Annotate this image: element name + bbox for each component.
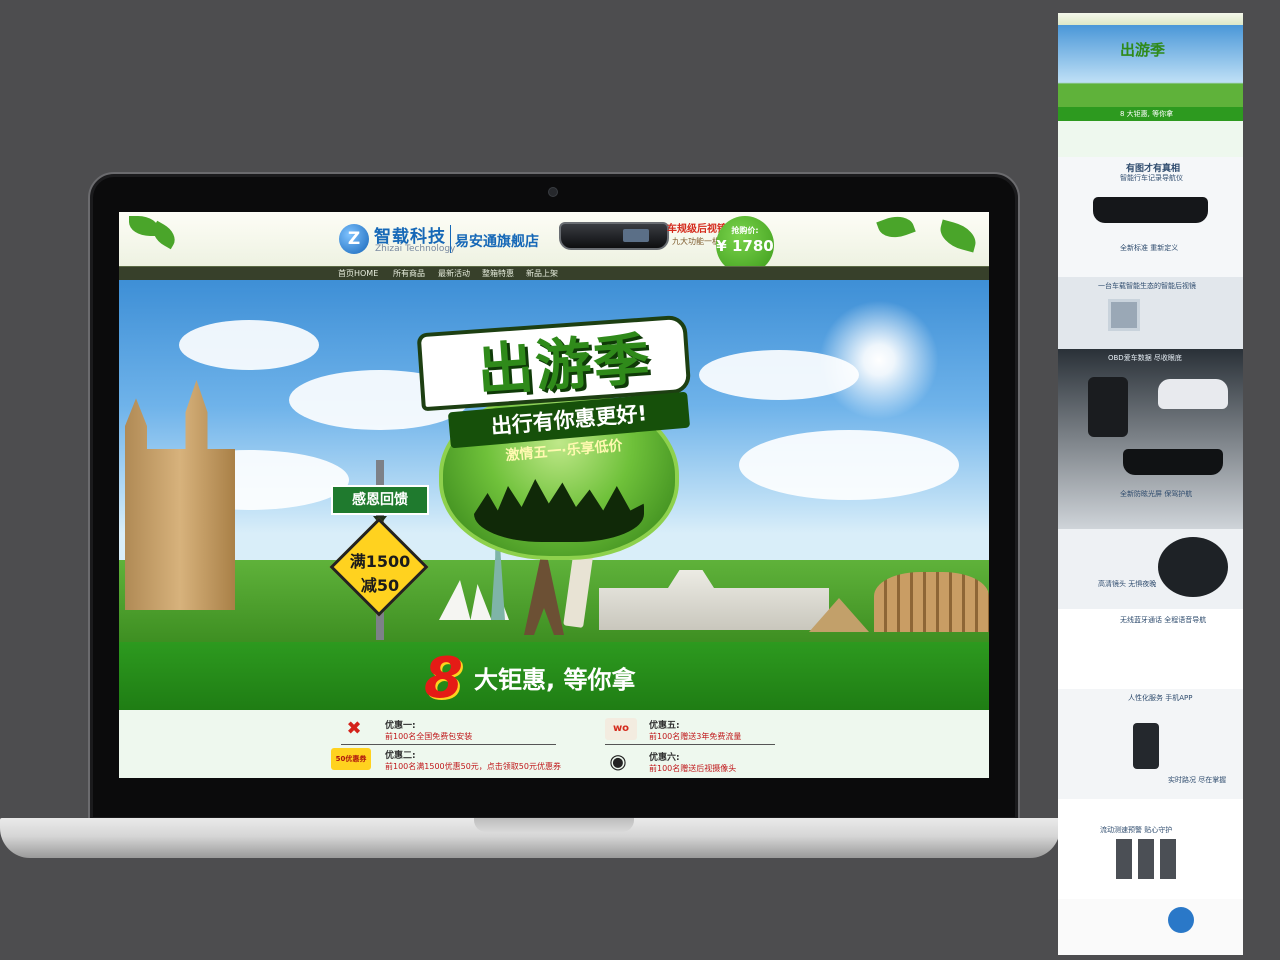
hero-banner[interactable]: 出游季 出行有你惠更好! 激情五一·乐享低价 感恩回馈 满1500 减50 [119, 280, 989, 642]
mirror-screen [623, 229, 649, 242]
preview-banner: 出游季 [1058, 25, 1243, 107]
preview-section-caption: 一台车载智能生态的智能后视镜 [1098, 282, 1196, 290]
cloud [179, 320, 319, 370]
preview-section-caption: OBD爱车数据 尽收眼底 [1108, 354, 1182, 362]
preview-footer [1058, 899, 1243, 955]
wrench-icon: ✖ [346, 718, 362, 739]
sim-card-icon: wo [605, 718, 637, 740]
leaf-decoration [876, 212, 916, 244]
cloud [739, 430, 959, 500]
preview-section-obd: OBD爱车数据 尽收眼底 全新防眩光屏 保驾护航 [1058, 349, 1243, 529]
laptop-opening-notch [474, 818, 634, 832]
preview-section-subtitle: 智能行车记录导航仪 [1120, 174, 1183, 182]
deal-item[interactable]: ◉ 优惠六: 前100名赠送后视摄像头 [605, 748, 775, 778]
deal-description: 前100名赠送后视摄像头 [649, 764, 737, 773]
deal-item[interactable]: ✖ 优惠一: 前100名全国免费包安装 [341, 716, 556, 746]
laptop-screen: Z 智载科技 Zhizai Technology 易安通旗舰店 车规级后视镜导航… [119, 212, 989, 778]
preview-section-caption: 无线蓝牙通话 全程语音导航 [1120, 616, 1207, 624]
gadget-image [1138, 839, 1154, 879]
discount-sign-line2: 减50 [360, 576, 400, 595]
nav-item-bulk-deals[interactable]: 整箱特惠 [482, 267, 514, 281]
deal-title: 优惠一: [385, 721, 416, 731]
offer-headline: 大钜惠, 等你拿 [474, 666, 636, 694]
price-label: 抢购价: [731, 226, 759, 235]
offer-count: 8 [424, 646, 463, 711]
deal-title: 优惠六: [649, 753, 680, 763]
preview-header [1058, 13, 1243, 25]
preview-section-bluetooth: 无线蓝牙通话 全程语音导航 [1058, 609, 1243, 689]
rearview-mirror-product-image[interactable] [559, 222, 669, 250]
preview-section-speed: 流动测速预警 贴心守护 [1058, 799, 1243, 899]
deal-description: 前100名全国免费包安装 [385, 732, 473, 741]
store-header: Z 智载科技 Zhizai Technology 易安通旗舰店 车规级后视镜导航… [119, 212, 989, 274]
brand-logo-icon[interactable]: Z [339, 224, 369, 254]
camera-lens-image [1158, 537, 1228, 597]
gadget-image [1160, 839, 1176, 879]
deal-item[interactable]: wo 优惠五: 前100名赠送3年免费流量 [605, 716, 775, 746]
mirror-product-image [1093, 197, 1208, 223]
car-image [1158, 379, 1228, 409]
store-name[interactable]: 易安通旗舰店 [455, 231, 539, 251]
preview-section-caption: 人性化服务 手机APP [1128, 694, 1193, 702]
deal-title: 优惠二: [385, 751, 416, 761]
brand-subtitle: Zhizai Technology [375, 244, 456, 254]
preview-section-caption: 流动测速预警 贴心守护 [1100, 826, 1173, 834]
preview-section-camera: 高清镜头 无惧夜晚 [1058, 529, 1243, 609]
leaf-decoration [936, 219, 980, 253]
preview-deals [1058, 121, 1243, 157]
deals-section: ✖ 优惠一: 前100名全国免费包安装 50优惠券 优惠二: 前100名满150… [119, 710, 989, 778]
preview-section-caption: 全新防眩光屏 保驾护航 [1120, 490, 1193, 498]
chip-icon [1108, 299, 1140, 331]
gadget-image [1116, 839, 1132, 879]
store-nav: 首页HOME 所有商品 最新活动 整箱特惠 新品上架 [119, 266, 989, 280]
preview-title: 出游季 [1120, 41, 1166, 59]
preview-section-chip: 一台车载智能生态的智能后视镜 [1058, 277, 1243, 349]
coupon-icon: 50优惠券 [331, 748, 371, 770]
preview-section-caption: 高清镜头 无惧夜晚 [1098, 580, 1157, 588]
preview-section-caption: 全新标准 重新定义 [1120, 244, 1179, 252]
cloud [699, 350, 859, 400]
phone-image [1133, 723, 1159, 769]
thanks-sign: 感恩回馈 [331, 485, 429, 515]
mirror-product-image [1123, 449, 1223, 475]
deal-divider [341, 744, 556, 745]
preview-section-app: 人性化服务 手机APP 实时路况 尽在掌握 [1058, 689, 1243, 799]
nav-item-all-products[interactable]: 所有商品 [393, 267, 425, 281]
webcam-icon [548, 187, 558, 197]
nav-item-home[interactable]: 首页HOME [338, 267, 378, 281]
discount-sign-line1: 满1500 [349, 552, 411, 571]
preview-offer-line: 8 大钜惠, 等你拿 [1120, 110, 1174, 118]
preview-section-mirror: 有图才有真相 智能行车记录导航仪 全新标准 重新定义 [1058, 157, 1243, 277]
nav-item-new-arrivals[interactable]: 新品上架 [526, 267, 558, 281]
deal-item[interactable]: 50优惠券 优惠二: 前100名满1500优惠50元，点击领取50元优惠券 [331, 746, 561, 776]
preview-section-caption: 实时路况 尽在掌握 [1168, 776, 1227, 784]
brand-divider [450, 225, 451, 253]
deal-description: 前100名赠送3年免费流量 [649, 732, 742, 741]
phone-image [1088, 377, 1128, 437]
cathedral-landmark [125, 380, 235, 610]
brand-logo-icon [1168, 907, 1194, 933]
preview-offer-band: 8 大钜惠, 等你拿 [1058, 107, 1243, 121]
deal-divider [605, 744, 775, 745]
colosseum-landmark [874, 572, 989, 632]
long-page-preview[interactable]: 出游季 8 大钜惠, 等你拿 有图才有真相 智能行车记录导航仪 全新标准 重新定… [1058, 13, 1243, 955]
price-value: ¥ 1780 [716, 237, 774, 255]
camera-icon: ◉ [609, 749, 627, 773]
deal-description: 前100名满1500优惠50元，点击领取50元优惠券 [385, 762, 561, 771]
nav-item-latest-events[interactable]: 最新活动 [438, 267, 470, 281]
deal-title: 优惠五: [649, 721, 680, 731]
